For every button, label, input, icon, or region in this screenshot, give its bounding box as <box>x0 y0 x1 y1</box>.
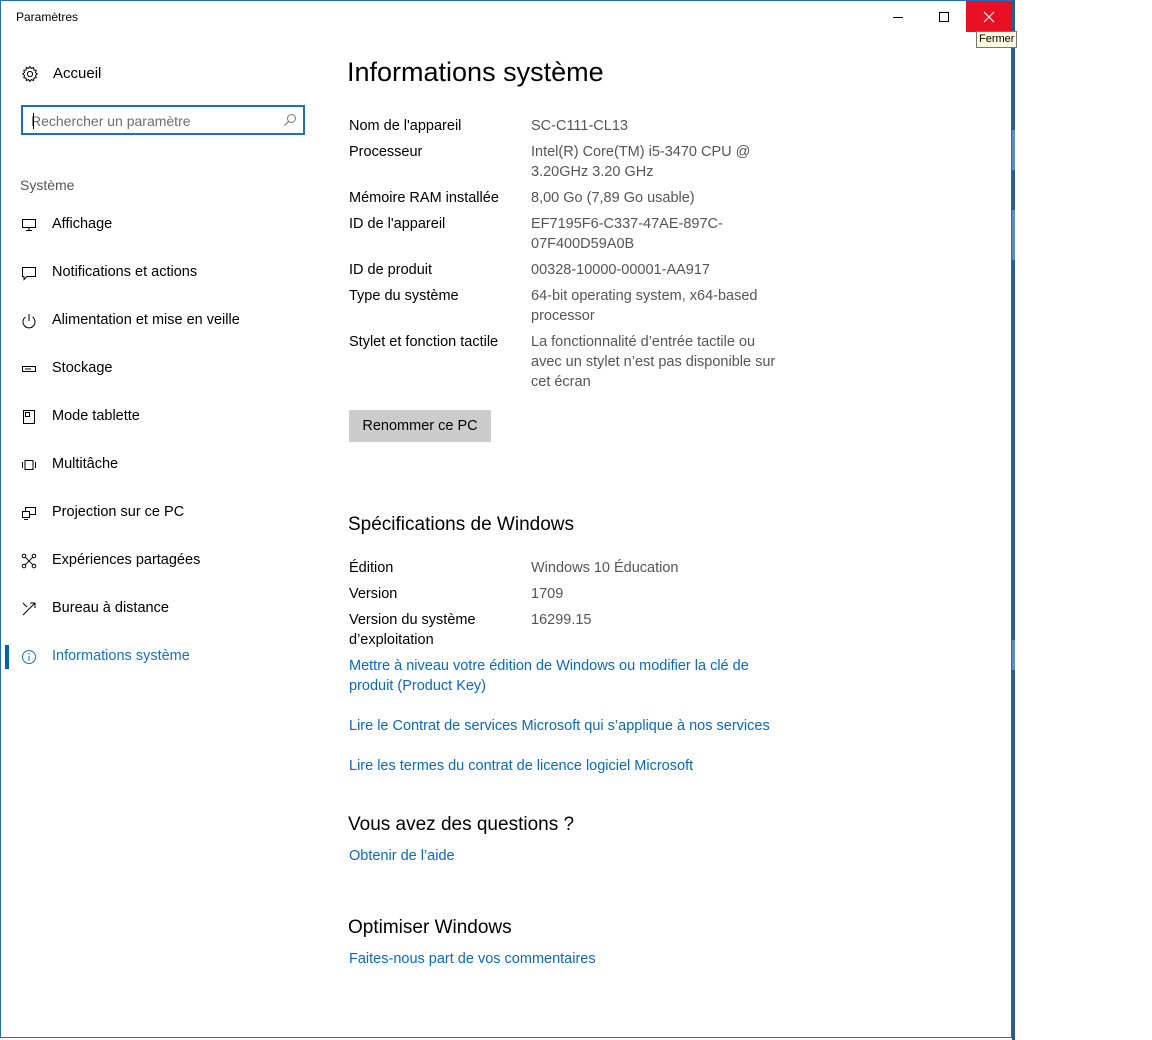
spec-value: 16299.15 <box>531 612 592 628</box>
gear-icon <box>21 65 39 83</box>
sidebar-item-system-info[interactable]: Informations système <box>1 637 311 677</box>
close-tooltip: Fermer <box>976 31 1018 48</box>
sidebar-item-label: Alimentation et mise en veille <box>52 312 240 328</box>
spec-value: 8,00 Go (7,89 Go usable) <box>531 190 695 206</box>
sidebar-item-label: Mode tablette <box>52 408 140 424</box>
sidebar-item-label: Expériences partagées <box>52 552 201 568</box>
spec-label: Version <box>349 586 398 602</box>
spec-value: 00328-10000-00001-AA917 <box>531 262 710 278</box>
optimize-heading: Optimiser Windows <box>348 917 512 938</box>
display-icon <box>22 219 36 231</box>
search-input[interactable] <box>31 111 271 131</box>
edge-segment <box>1012 640 1015 670</box>
close-icon <box>983 11 995 22</box>
search-icon[interactable] <box>283 113 297 127</box>
text-caret <box>33 113 34 129</box>
section-label-system: Système <box>20 177 75 193</box>
shared-experiences-icon <box>21 553 37 569</box>
minimize-button[interactable] <box>875 1 921 32</box>
spec-value: 64-bit operating system, x64-based proce… <box>531 288 758 324</box>
windows-specs-heading: Spécifications de Windows <box>348 514 574 535</box>
spec-label: Type du système <box>349 288 459 304</box>
sidebar-item-power[interactable]: Alimentation et mise en veille <box>1 301 311 341</box>
questions-heading: Vous avez des questions ? <box>348 814 575 835</box>
sidebar-item-projection[interactable]: Projection sur ce PC <box>1 493 311 533</box>
close-button[interactable] <box>966 1 1012 32</box>
page-title: Informations système <box>347 57 604 87</box>
spec-label: Stylet et fonction tactile <box>349 334 499 350</box>
info-icon <box>22 650 36 664</box>
sidebar-item-label: Notifications et actions <box>52 264 198 280</box>
sidebar-item-notifications[interactable]: Notifications et actions <box>1 253 311 293</box>
sidebar-item-label: Bureau à distance <box>52 600 169 616</box>
sidebar-item-storage[interactable]: Stockage <box>1 349 311 389</box>
rename-pc-button[interactable]: Renommer ce PC <box>349 410 491 442</box>
edge-segment <box>1012 210 1015 260</box>
spec-value: 1709 <box>531 586 564 602</box>
services-agreement-link[interactable]: Lire le Contrat de services Microsoft qu… <box>349 716 809 736</box>
spec-value: SC-C111-CL13 <box>531 118 628 134</box>
background-window-edge <box>1012 0 1015 1040</box>
sidebar-item-label: Multitâche <box>52 456 119 472</box>
spec-label: Processeur <box>349 144 423 160</box>
home-label: Accueil <box>53 65 102 82</box>
tablet-mode-icon <box>23 410 35 424</box>
sidebar-item-label: Informations système <box>52 648 190 664</box>
settings-window: Paramètres Accueil Système <box>0 0 1012 1038</box>
spec-label: ID de produit <box>349 262 433 278</box>
power-icon <box>22 314 36 329</box>
sidebar-item-tablet-mode[interactable]: Mode tablette <box>1 397 311 437</box>
maximize-icon <box>939 11 949 22</box>
storage-icon <box>22 366 36 372</box>
sidebar-item-affichage[interactable]: Affichage <box>1 205 311 245</box>
upgrade-edition-link[interactable]: Mettre à niveau votre édition de Windows… <box>349 656 779 696</box>
home-nav-item[interactable]: Accueil <box>19 63 309 85</box>
sidebar-item-label: Projection sur ce PC <box>52 504 185 520</box>
spec-label: Mémoire RAM installée <box>349 190 499 206</box>
projection-icon <box>22 507 36 520</box>
active-indicator <box>5 645 9 669</box>
sidebar-item-remote-desktop[interactable]: Bureau à distance <box>1 589 311 629</box>
title-bar[interactable]: Paramètres <box>1 1 1012 33</box>
multitasking-icon <box>22 460 36 470</box>
feedback-link[interactable]: Faites-nous part de vos commentaires <box>349 949 789 969</box>
sidebar-item-shared-experiences[interactable]: Expériences partagées <box>1 541 311 581</box>
spec-value: Intel(R) Core(TM) i5-3470 CPU @ 3.20GHz … <box>531 144 751 180</box>
notification-icon <box>22 267 36 281</box>
edge-segment <box>1012 130 1015 170</box>
spec-value: EF7195F6-C337-47AE-897C-07F400D59A0B <box>531 214 771 254</box>
remote-desktop-icon <box>22 602 36 616</box>
license-terms-link[interactable]: Lire les termes du contrat de licence lo… <box>349 756 789 776</box>
window-title: Paramètres <box>16 10 79 24</box>
spec-value: Windows 10 Éducation <box>531 560 679 576</box>
get-help-link[interactable]: Obtenir de l’aide <box>349 846 789 866</box>
spec-value: La fonctionnalité d’entrée tactile ou av… <box>531 334 776 390</box>
spec-label: ID de l'appareil <box>349 216 446 232</box>
spec-label: Version du système d’exploitation <box>349 612 476 648</box>
maximize-button[interactable] <box>921 1 967 32</box>
sidebar-item-label: Affichage <box>52 216 113 232</box>
spec-label: Nom de l'appareil <box>349 118 462 134</box>
device-id-value: EF7195F6-C337-47AE-897C-07F400D59A0B <box>531 216 723 252</box>
minimize-icon <box>893 16 903 18</box>
sidebar-item-label: Stockage <box>52 360 113 376</box>
spec-label: Édition <box>349 560 394 576</box>
sidebar-item-multitasking[interactable]: Multitâche <box>1 445 311 485</box>
search-box[interactable] <box>21 105 305 135</box>
